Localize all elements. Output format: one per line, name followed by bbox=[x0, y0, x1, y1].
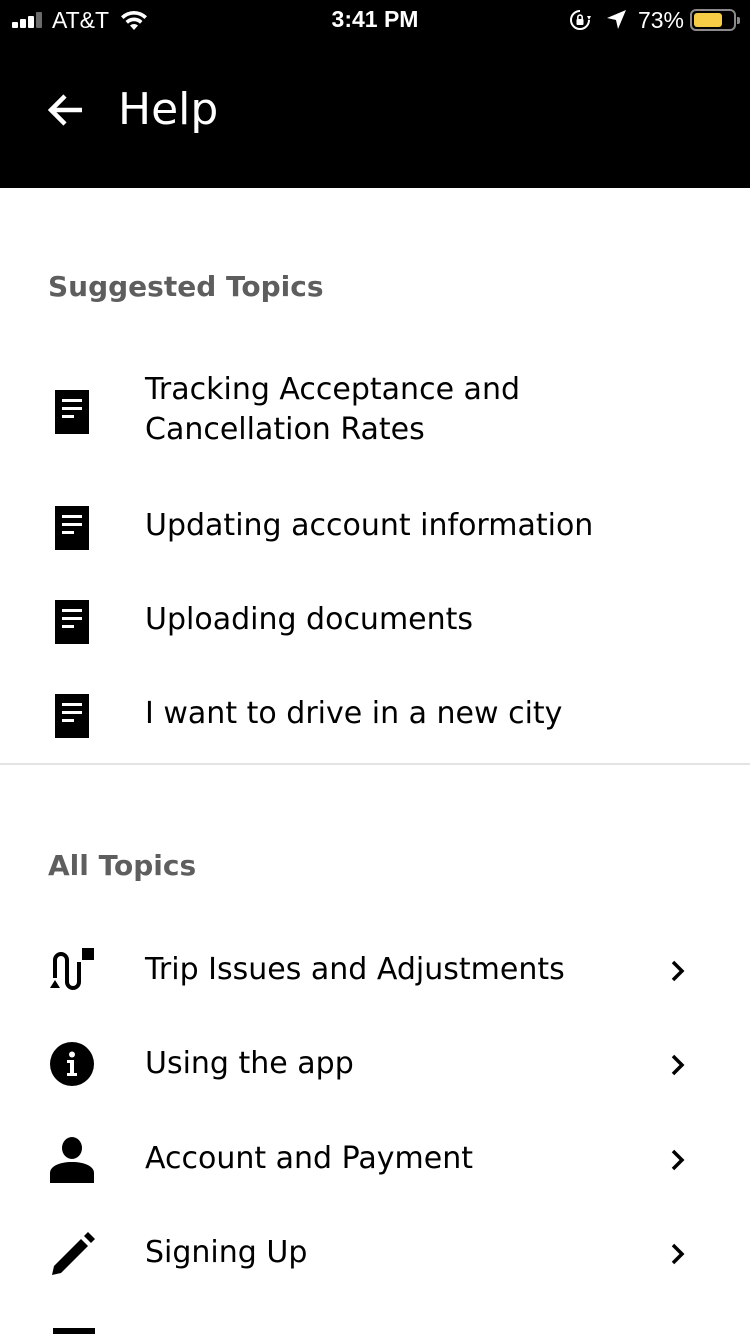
battery-percent: 73% bbox=[637, 6, 684, 33]
page-title: Help bbox=[118, 84, 219, 135]
partial-topic-icon bbox=[53, 1328, 95, 1334]
topic-label: Signing Up bbox=[145, 1235, 308, 1270]
chevron-right-icon bbox=[671, 1054, 685, 1076]
location-arrow-icon bbox=[606, 10, 626, 29]
all-topics-heading: All Topics bbox=[48, 849, 197, 882]
topic-row-using-app[interactable]: Using the app bbox=[0, 1042, 750, 1088]
document-icon bbox=[55, 600, 89, 644]
suggested-topic-item[interactable]: Tracking Acceptance and Cancellation Rat… bbox=[0, 370, 750, 454]
arrow-left-icon bbox=[47, 94, 82, 126]
suggested-topic-label: I want to drive in a new city bbox=[145, 696, 563, 731]
battery-level bbox=[694, 13, 722, 27]
topic-label: Account and Payment bbox=[145, 1141, 473, 1176]
suggested-topic-item[interactable]: I want to drive in a new city bbox=[0, 694, 750, 738]
suggested-topic-item[interactable]: Uploading documents bbox=[0, 600, 750, 644]
chevron-right-icon bbox=[671, 1149, 685, 1171]
status-right: 73% bbox=[568, 6, 740, 34]
suggested-topic-label: Updating account information bbox=[145, 508, 594, 543]
orientation-lock-icon bbox=[569, 10, 591, 30]
pencil-icon bbox=[52, 1232, 95, 1275]
topic-label: Using the app bbox=[145, 1046, 354, 1081]
suggested-topic-label: Uploading documents bbox=[145, 602, 474, 637]
document-icon bbox=[55, 506, 89, 550]
person-icon bbox=[50, 1137, 94, 1183]
document-icon bbox=[55, 390, 89, 434]
section-divider bbox=[0, 763, 750, 765]
topic-label: Trip Issues and Adjustments bbox=[145, 952, 565, 987]
suggested-topics-heading: Suggested Topics bbox=[48, 270, 324, 303]
suggested-topic-item[interactable]: Updating account information bbox=[0, 506, 750, 550]
status-bar: AT&T 3:41 PM 73% bbox=[0, 0, 750, 40]
document-icon bbox=[55, 694, 89, 738]
topic-row-account-payment[interactable]: Account and Payment bbox=[0, 1137, 750, 1183]
suggested-topic-label: Tracking Acceptance and Cancellation Rat… bbox=[145, 372, 520, 447]
app-header: Help bbox=[0, 40, 750, 188]
chevron-right-icon bbox=[671, 960, 685, 982]
topic-row-signing-up[interactable]: Signing Up bbox=[0, 1231, 750, 1277]
chevron-right-icon bbox=[671, 1243, 685, 1265]
battery-icon bbox=[690, 9, 740, 31]
topic-row-trip-issues[interactable]: Trip Issues and Adjustments bbox=[0, 948, 750, 994]
route-icon bbox=[50, 948, 94, 990]
info-icon bbox=[50, 1042, 94, 1086]
back-button[interactable] bbox=[46, 90, 90, 130]
